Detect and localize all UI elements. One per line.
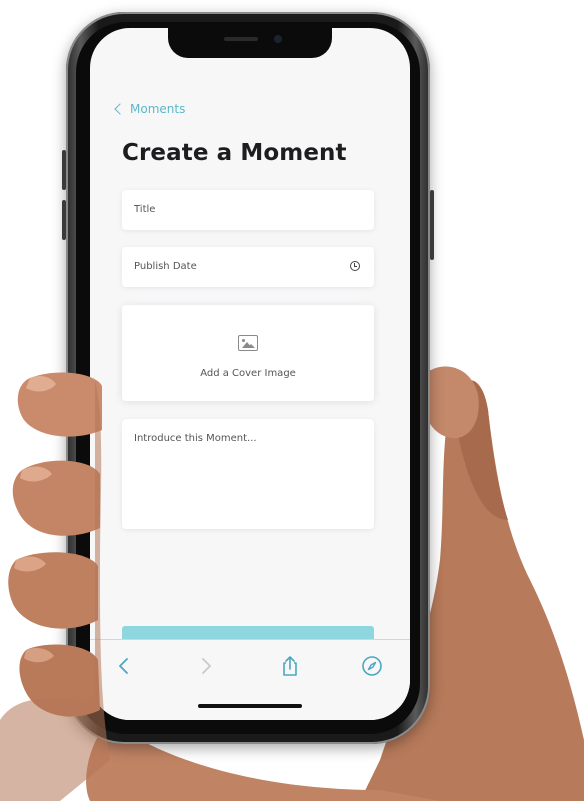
compass-icon[interactable] [360,654,384,678]
phone-volume-up [62,150,66,190]
chevron-right-icon[interactable] [194,654,218,678]
clock-icon[interactable] [350,261,360,271]
phone-screen: Moments Create a Moment Title Publish Da… [90,28,410,720]
publish-date-placeholder: Publish Date [134,261,197,272]
introduction-placeholder: Introduce this Moment... [134,433,257,444]
phone-side-button [430,190,434,260]
mockup-stage: Moments Create a Moment Title Publish Da… [0,0,584,801]
home-indicator[interactable] [198,704,302,708]
title-placeholder: Title [134,204,156,215]
front-camera [274,35,282,43]
publish-date-input[interactable]: Publish Date [122,247,374,287]
chevron-left-icon[interactable] [112,654,136,678]
title-input[interactable]: Title [122,190,374,230]
phone-volume-down [62,200,66,240]
back-to-moments-link[interactable]: Moments [114,102,186,116]
introduction-textarea[interactable]: Introduce this Moment... [122,419,374,529]
page-title: Create a Moment [122,140,347,166]
image-icon [238,335,258,351]
share-icon[interactable] [278,654,302,678]
chevron-left-icon [114,103,126,115]
phone-notch [168,28,332,58]
speaker-grill [224,37,258,41]
submit-button[interactable] [122,626,374,640]
cover-image-label: Add a Cover Image [200,368,296,379]
add-cover-image-button[interactable]: Add a Cover Image [122,305,374,401]
back-link-label: Moments [130,102,186,116]
